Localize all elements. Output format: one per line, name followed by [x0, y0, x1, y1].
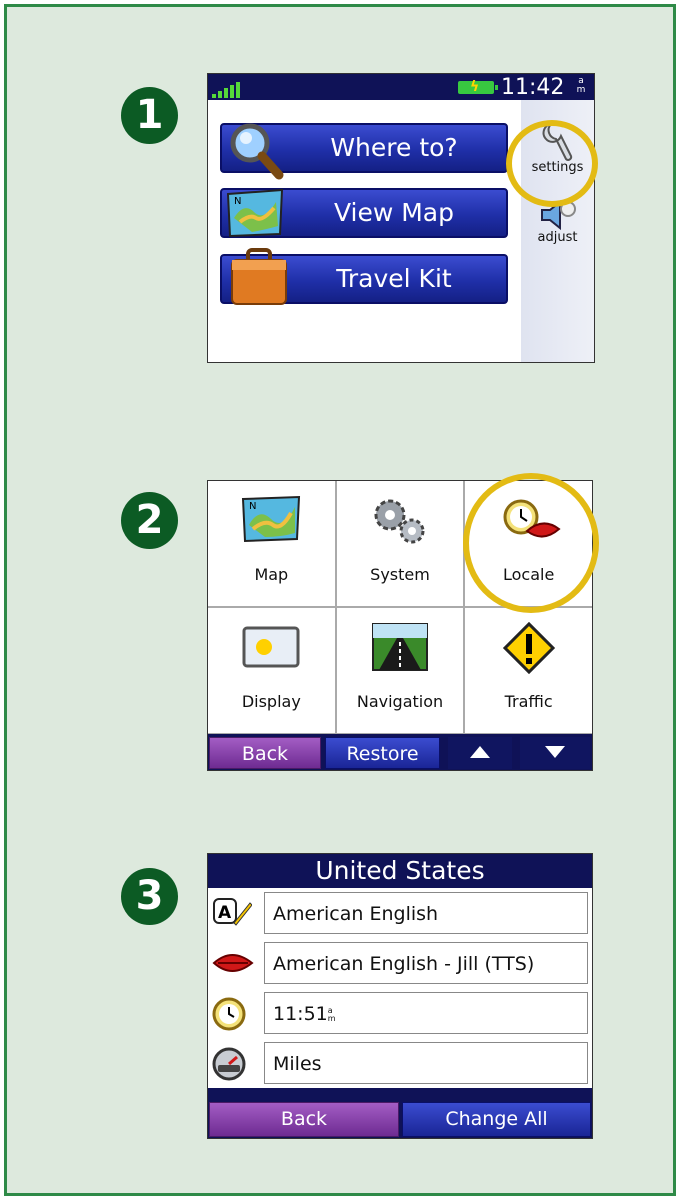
lips-icon — [212, 951, 254, 979]
voice-row: American English - Jill (TTS) — [208, 938, 592, 988]
units-field[interactable]: Miles — [264, 1042, 588, 1084]
locale-highlight-ring — [463, 473, 599, 613]
svg-text:N: N — [249, 501, 256, 512]
settings-highlight-ring — [506, 120, 598, 207]
tile-system-label: System — [370, 565, 430, 584]
settings-button-bar: Back Restore — [208, 734, 592, 770]
instruction-panel: 1 ϟ 11:42 am Where to? N View Map Travel… — [4, 4, 676, 1196]
down-arrow-icon — [544, 742, 566, 764]
locale-button-bar: Back Change All — [208, 1088, 592, 1138]
tile-display[interactable]: Display — [208, 608, 335, 733]
where-to-label: Where to? — [330, 133, 458, 162]
status-ampm: am — [576, 76, 586, 95]
view-map-label: View Map — [333, 198, 455, 227]
clock-icon — [212, 997, 246, 1035]
tile-system[interactable]: System — [336, 481, 464, 606]
time-format-ampm: am — [327, 1006, 336, 1023]
locale-title: United States — [208, 854, 592, 888]
time-format-value: 11:51 — [273, 1003, 328, 1025]
tile-navigation-label: Navigation — [356, 692, 444, 711]
status-bar: ϟ 11:42 am — [208, 74, 594, 100]
warning-icon — [502, 621, 555, 678]
time-format-row: 11:51a m — [208, 988, 592, 1038]
main-menu-screen: ϟ 11:42 am Where to? N View Map Travel K… — [207, 73, 595, 363]
change-all-button[interactable]: Change All — [402, 1102, 591, 1137]
time-format-field[interactable]: 11:51a m — [264, 992, 588, 1034]
tile-navigation[interactable]: Navigation — [336, 608, 464, 733]
tile-traffic[interactable]: Traffic — [465, 608, 592, 733]
svg-text:A: A — [218, 903, 232, 923]
battery-icon: ϟ — [458, 79, 498, 95]
units-row: Miles — [208, 1038, 592, 1088]
display-sun-moon-icon — [240, 622, 302, 676]
adjust-label: adjust — [537, 230, 578, 245]
tile-map[interactable]: N Map — [208, 481, 335, 606]
up-arrow-icon — [469, 742, 491, 764]
tile-display-label: Display — [241, 692, 301, 711]
step-2-badge: 2 — [121, 492, 178, 549]
travel-kit-button[interactable]: Travel Kit — [220, 248, 508, 305]
restore-button[interactable]: Restore — [325, 737, 440, 769]
where-to-button[interactable]: Where to? — [220, 123, 508, 180]
voice-field[interactable]: American English - Jill (TTS) — [264, 942, 588, 984]
travel-kit-label: Travel Kit — [336, 264, 452, 293]
tile-map-label: Map — [254, 565, 289, 584]
back-button[interactable]: Back — [209, 737, 321, 769]
scroll-up-button[interactable] — [448, 737, 512, 769]
back-button[interactable]: Back — [209, 1102, 399, 1137]
step-3-badge: 3 — [121, 868, 178, 925]
locale-screen: United States A American English America… — [207, 853, 593, 1139]
road-icon — [371, 622, 429, 676]
language-field[interactable]: American English — [264, 892, 588, 934]
language-row: A American English — [208, 888, 592, 938]
tile-traffic-label: Traffic — [504, 692, 553, 711]
view-map-button[interactable]: N View Map — [220, 188, 508, 238]
speedometer-icon — [212, 1047, 246, 1085]
gears-icon — [368, 495, 432, 551]
text-language-icon: A — [212, 897, 253, 931]
map-icon: N — [241, 495, 301, 547]
signal-bars-icon — [212, 82, 240, 98]
step-1-badge: 1 — [121, 87, 178, 144]
scroll-down-button[interactable] — [520, 737, 590, 769]
status-time: 11:42 — [501, 75, 565, 100]
